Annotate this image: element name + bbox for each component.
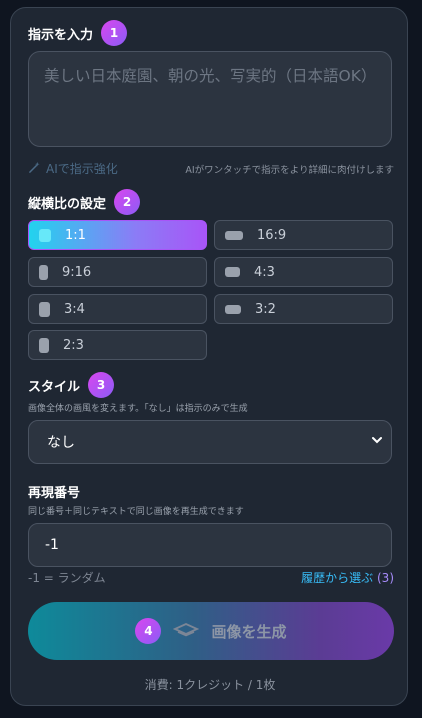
ratio-option-9-16[interactable]: 9:16 bbox=[28, 257, 207, 287]
prompt-title: 指示を入力 bbox=[28, 27, 94, 43]
prompt-section-title: 指示を入力 1 bbox=[28, 20, 128, 46]
layers-icon bbox=[173, 621, 200, 641]
prompt-placeholder: 美しい日本庭園、朝の光、写実的（日本語OK） bbox=[44, 67, 377, 85]
portrait-ratio-icon bbox=[39, 301, 50, 317]
portrait-ratio-icon bbox=[39, 264, 48, 280]
seed-value: -1 bbox=[45, 537, 59, 553]
credit-cost: 消費: 1クレジット / 1枚 bbox=[144, 678, 276, 692]
history-link[interactable]: 履歴から選ぶ (3) bbox=[301, 569, 394, 586]
prompt-textarea[interactable]: 美しい日本庭園、朝の光、写実的（日本語OK） bbox=[28, 51, 392, 147]
landscape-ratio-icon bbox=[225, 267, 240, 277]
step-badge-2: 2 bbox=[114, 189, 141, 215]
aspect-section-title: 縦横比の設定 2 bbox=[28, 189, 141, 215]
generate-label: 画像を生成 bbox=[211, 622, 287, 641]
aspect-title: 縦横比の設定 bbox=[28, 196, 107, 212]
step-badge-4: 4 bbox=[135, 618, 162, 644]
ratio-option-3-2[interactable]: 3:2 bbox=[214, 294, 393, 324]
history-link-label: 履歴から選ぶ bbox=[301, 571, 374, 585]
ratio-label: 2:3 bbox=[63, 337, 84, 353]
step-badge-3: 3 bbox=[88, 372, 115, 398]
ratio-option-4-3[interactable]: 4:3 bbox=[214, 257, 393, 287]
style-select[interactable]: なし bbox=[28, 420, 392, 464]
seed-input[interactable]: -1 bbox=[28, 523, 392, 567]
step-badge-1: 1 bbox=[101, 20, 128, 46]
seed-section-title: 再現番号 bbox=[28, 482, 80, 501]
landscape-ratio-icon bbox=[225, 304, 241, 314]
square-ratio-icon bbox=[39, 228, 51, 242]
seed-description: 同じ番号＋同じテキストで同じ画像を再生成できます bbox=[28, 507, 244, 517]
enhance-row: AIで指示強化 AIがワンタッチで指示をより詳細に肉付けします bbox=[28, 160, 394, 177]
style-section-title: スタイル 3 bbox=[28, 372, 115, 398]
seed-title: 再現番号 bbox=[28, 486, 81, 501]
ratio-label: 1:1 bbox=[65, 227, 86, 243]
landscape-ratio-icon bbox=[225, 230, 243, 240]
ratio-option-2-3[interactable]: 2:3 bbox=[28, 330, 207, 360]
generator-panel: 指示を入力 1 美しい日本庭園、朝の光、写実的（日本語OK） AIで指示強化 A… bbox=[10, 7, 408, 706]
magic-wand-icon bbox=[28, 161, 41, 177]
generate-image-button[interactable]: 4 画像を生成 bbox=[28, 602, 394, 660]
ai-enhance-hint: AIがワンタッチで指示をより詳細に肉付けします bbox=[185, 164, 394, 176]
ratio-label: 3:2 bbox=[255, 301, 276, 317]
style-selected-value: なし bbox=[47, 435, 75, 451]
ratio-option-1-1[interactable]: 1:1 bbox=[28, 220, 207, 250]
ratio-option-16-9[interactable]: 16:9 bbox=[214, 220, 393, 250]
ratio-label: 9:16 bbox=[62, 264, 92, 280]
style-description: 画像全体の画風を変えます。「なし」は指示のみで生成 bbox=[28, 404, 248, 414]
ai-enhance-button[interactable]: AIで指示強化 bbox=[28, 160, 118, 177]
ratio-label: 16:9 bbox=[257, 227, 287, 243]
random-hint: -1 = ランダム bbox=[28, 571, 106, 585]
ratio-option-3-4[interactable]: 3:4 bbox=[28, 294, 207, 324]
ratio-label: 4:3 bbox=[254, 264, 275, 280]
ratio-label: 3:4 bbox=[64, 301, 85, 317]
portrait-ratio-icon bbox=[39, 337, 49, 353]
history-count: (3) bbox=[377, 571, 394, 585]
chevron-down-icon bbox=[371, 434, 383, 450]
ai-enhance-label: AIで指示強化 bbox=[46, 162, 118, 176]
style-title: スタイル bbox=[28, 379, 81, 395]
seed-footer: -1 = ランダム 履歴から選ぶ (3) bbox=[28, 569, 394, 586]
